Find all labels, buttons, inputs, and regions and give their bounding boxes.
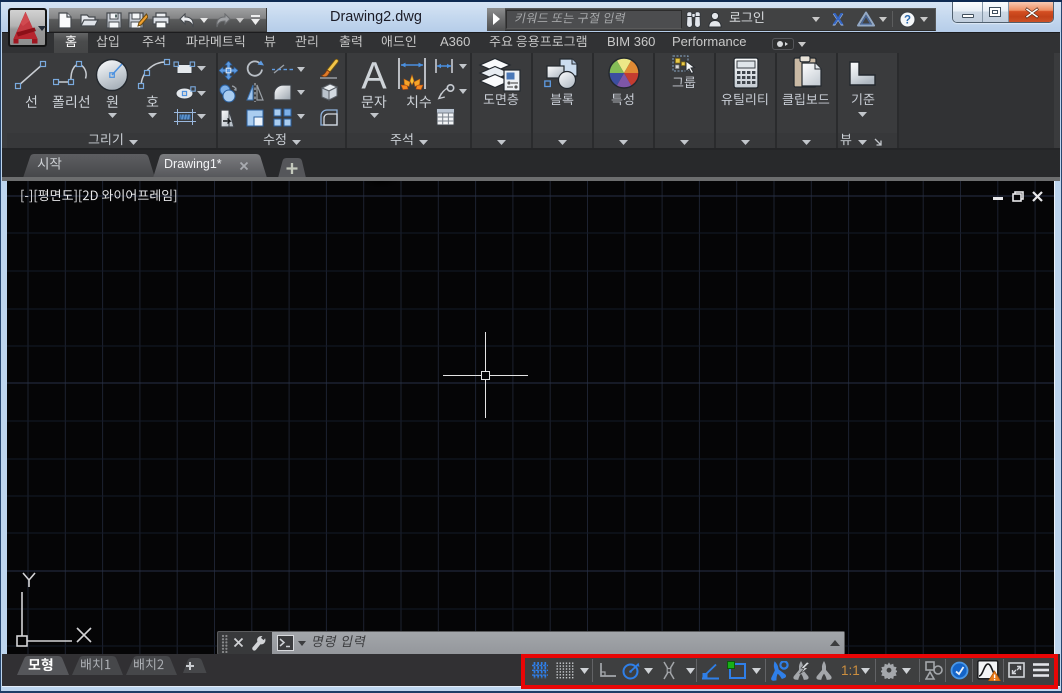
- svg-text:A: A: [361, 56, 387, 94]
- svg-text:?: ?: [904, 15, 911, 27]
- svg-text:X: X: [832, 10, 844, 28]
